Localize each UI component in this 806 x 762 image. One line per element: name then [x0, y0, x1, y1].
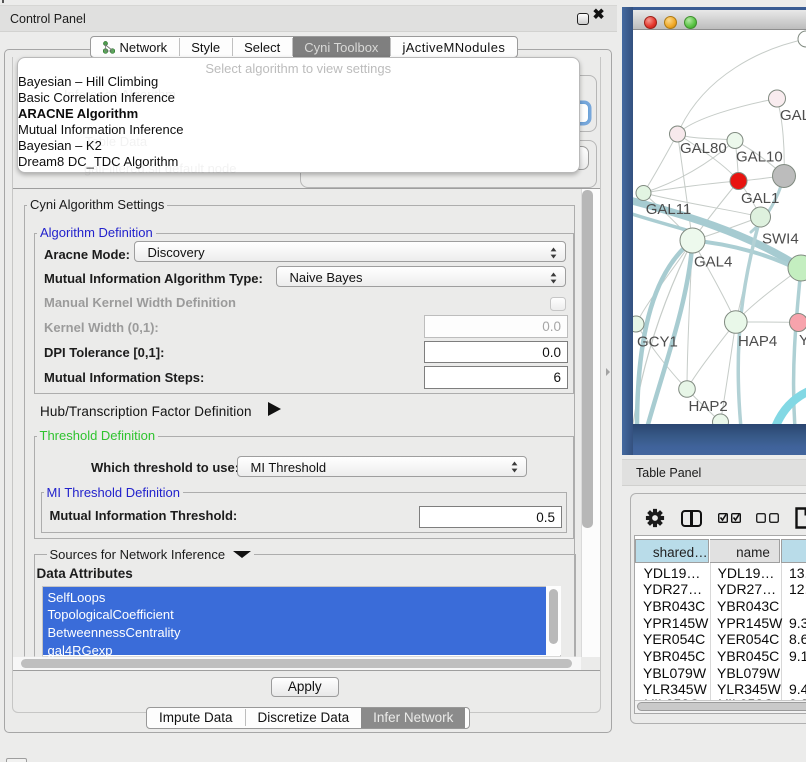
svg-text:GAL1: GAL1 [741, 190, 779, 207]
svg-text:GAL10: GAL10 [736, 149, 783, 166]
svg-text:GAL4: GAL4 [694, 254, 732, 271]
svg-text:YD: YD [799, 332, 806, 349]
svg-text:GAL80: GAL80 [680, 140, 727, 157]
svg-text:HAP4: HAP4 [738, 333, 777, 350]
svg-text:HAP2: HAP2 [689, 398, 728, 415]
svg-text:GAL11: GAL11 [646, 201, 692, 218]
svg-text:GCY1: GCY1 [637, 334, 678, 351]
svg-text:GAL7: GAL7 [780, 107, 806, 124]
svg-text:SWI4: SWI4 [762, 231, 799, 248]
